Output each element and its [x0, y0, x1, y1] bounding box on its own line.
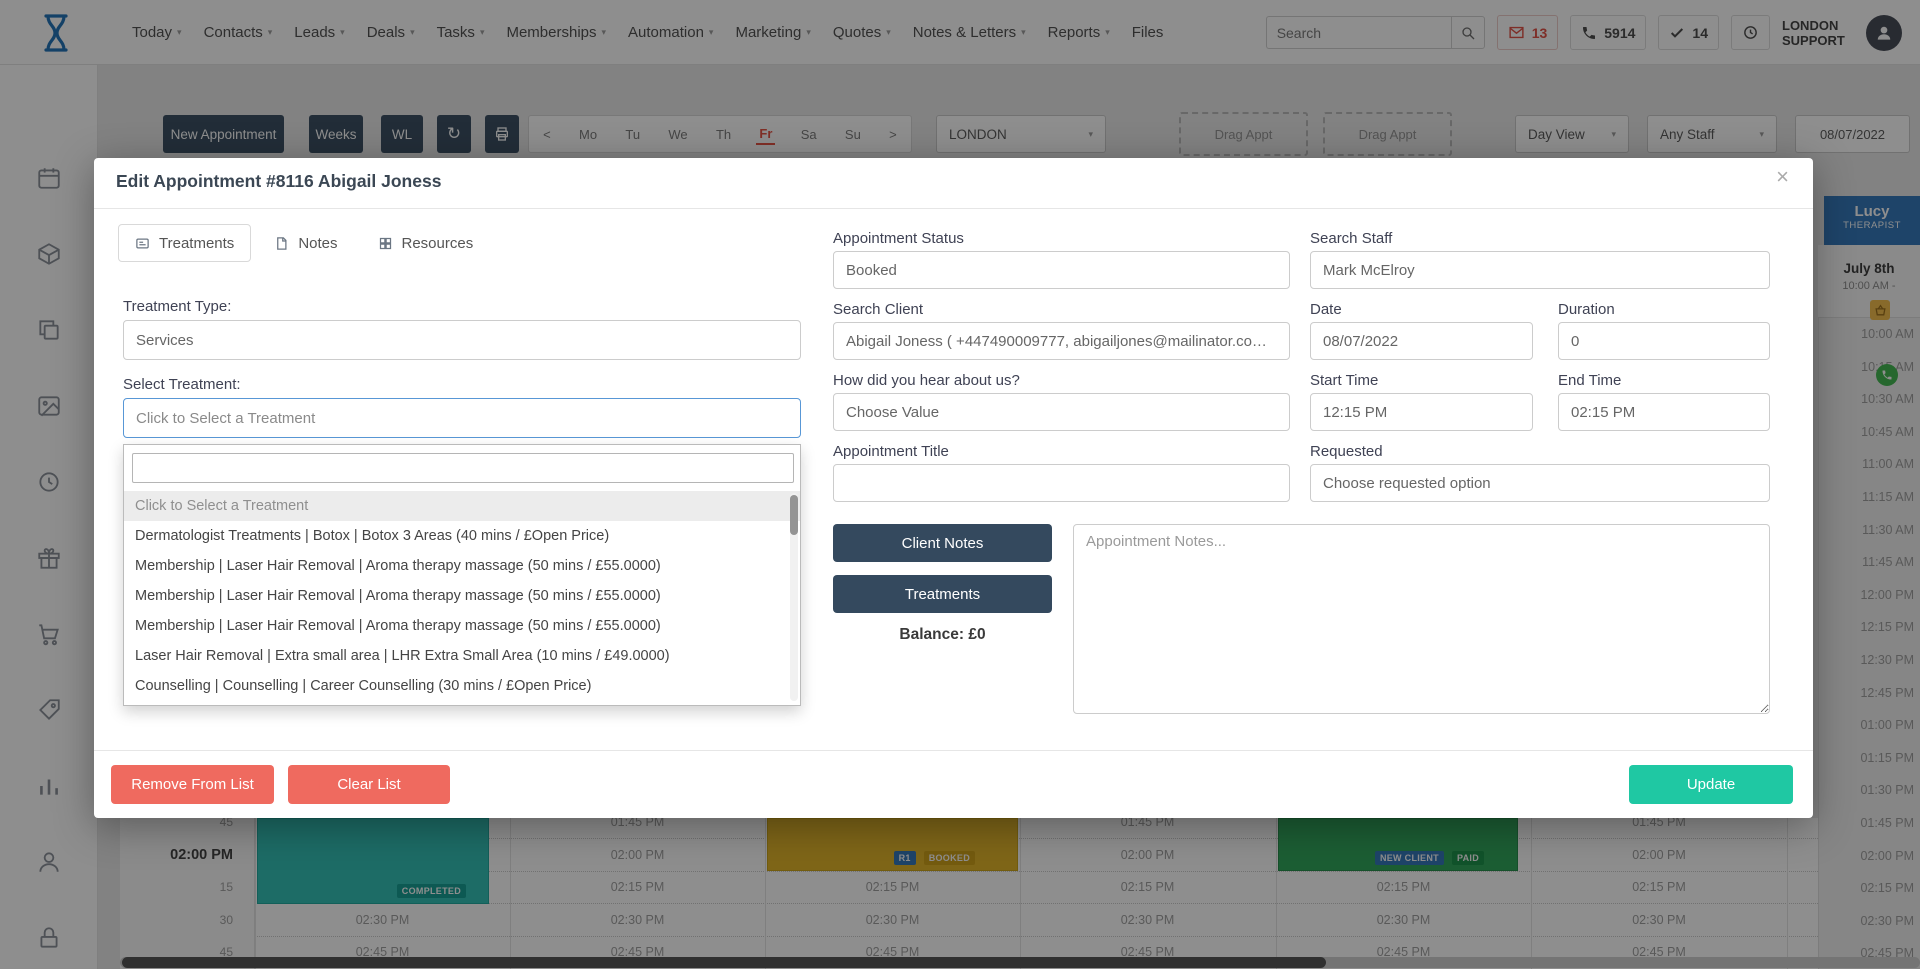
treatment-option[interactable]: Click to Select a Treatment	[124, 491, 801, 521]
select-treatment-combobox[interactable]: Click to Select a Treatment	[123, 398, 801, 438]
start-time-label: Start Time	[1310, 372, 1378, 389]
tab-notes[interactable]: Notes	[257, 224, 354, 262]
end-time-input[interactable]	[1558, 393, 1770, 431]
appointment-notes-textarea[interactable]	[1073, 524, 1770, 714]
grid-icon	[378, 236, 393, 251]
balance-text: Balance: £0	[833, 626, 1052, 644]
update-button[interactable]: Update	[1629, 765, 1793, 804]
card-list-icon	[135, 236, 150, 251]
treatment-option[interactable]: Counselling | Counselling | Career Couns…	[124, 671, 801, 701]
tab-treatments[interactable]: Treatments	[118, 224, 251, 262]
duration-input[interactable]	[1558, 322, 1770, 360]
dropdown-scrollbar-thumb[interactable]	[790, 495, 798, 535]
treatment-option[interactable]: Membership | Laser Hair Removal | Aroma …	[124, 581, 801, 611]
search-client-label: Search Client	[833, 301, 923, 318]
appointment-title-input[interactable]	[833, 464, 1290, 502]
treatment-option[interactable]: Laser Hair Removal | Extra small area | …	[124, 641, 801, 671]
header-divider	[94, 208, 1813, 209]
clear-list-button[interactable]: Clear List	[288, 765, 450, 804]
duration-label: Duration	[1558, 301, 1615, 318]
treatment-search-input[interactable]	[132, 453, 794, 483]
appointment-status-select[interactable]: Booked	[833, 251, 1290, 289]
end-time-label: End Time	[1558, 372, 1621, 389]
treatment-option[interactable]: Membership | Laser Hair Removal | Aroma …	[124, 611, 801, 641]
treatment-type-select[interactable]: Services	[123, 320, 801, 360]
edit-appointment-modal: Edit Appointment #8116 Abigail Joness × …	[94, 158, 1813, 818]
treatment-options-list: Click to Select a Treatment Dermatologis…	[124, 491, 801, 701]
treatments-button[interactable]: Treatments	[833, 575, 1052, 613]
modal-tabs: Treatments Notes Resources	[118, 224, 490, 262]
search-staff-label: Search Staff	[1310, 230, 1392, 247]
select-treatment-label: Select Treatment:	[123, 376, 241, 393]
treatment-dropdown-panel: Click to Select a Treatment Dermatologis…	[123, 444, 801, 706]
footer-divider	[94, 750, 1813, 751]
tab-resources[interactable]: Resources	[361, 224, 491, 262]
remove-from-list-button[interactable]: Remove From List	[111, 765, 274, 804]
client-notes-button[interactable]: Client Notes	[833, 524, 1052, 562]
date-label: Date	[1310, 301, 1342, 318]
date-input[interactable]	[1310, 322, 1533, 360]
start-time-input[interactable]	[1310, 393, 1533, 431]
treatment-type-label: Treatment Type:	[123, 298, 231, 315]
appointment-title-label: Appointment Title	[833, 443, 949, 460]
appointment-status-label: Appointment Status	[833, 230, 964, 247]
treatment-option[interactable]: Dermatologist Treatments | Botox | Botox…	[124, 521, 801, 551]
search-staff-input[interactable]	[1310, 251, 1770, 289]
modal-title: Edit Appointment #8116 Abigail Joness	[116, 171, 441, 192]
search-client-input[interactable]	[833, 322, 1290, 360]
close-icon[interactable]: ×	[1776, 166, 1789, 188]
hear-about-select[interactable]: Choose Value	[833, 393, 1290, 431]
requested-select[interactable]: Choose requested option	[1310, 464, 1770, 502]
requested-label: Requested	[1310, 443, 1383, 460]
hear-about-label: How did you hear about us?	[833, 372, 1020, 389]
treatment-option[interactable]: Membership | Laser Hair Removal | Aroma …	[124, 551, 801, 581]
note-icon	[274, 236, 289, 251]
